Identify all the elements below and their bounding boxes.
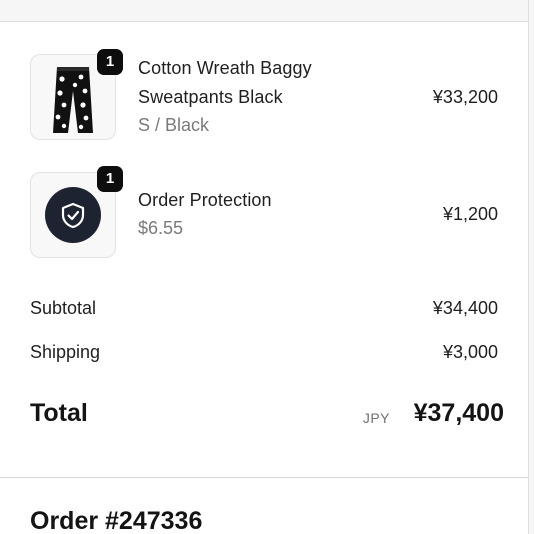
item-variant: S / Black [138,115,210,135]
total-value: ¥37,400 [413,399,504,427]
shipping-value: ¥3,000 [442,342,498,362]
item-name-line2: Sweatpants Black [138,87,283,107]
checkout-screen: 1 Cotton Wreath Baggy Sweatpants Black S… [0,0,534,534]
item-name-line1: Cotton Wreath Baggy [138,58,312,78]
subtotal-label: Subtotal [30,298,97,318]
total-currency-code: JPY [362,410,390,426]
order-number: Order #247336 [30,507,203,534]
item-name: Order Protection [138,190,272,210]
item-price: ¥33,200 [432,87,498,107]
item-variant: $6.55 [138,218,184,238]
quantity-badge: 1 [97,166,123,192]
quantity-badge: 1 [97,49,123,75]
card-edge [528,0,529,534]
subtotal-value: ¥34,400 [432,298,498,318]
item-price: ¥1,200 [442,204,498,224]
shipping-label: Shipping [30,342,101,362]
total-label: Total [30,399,88,427]
